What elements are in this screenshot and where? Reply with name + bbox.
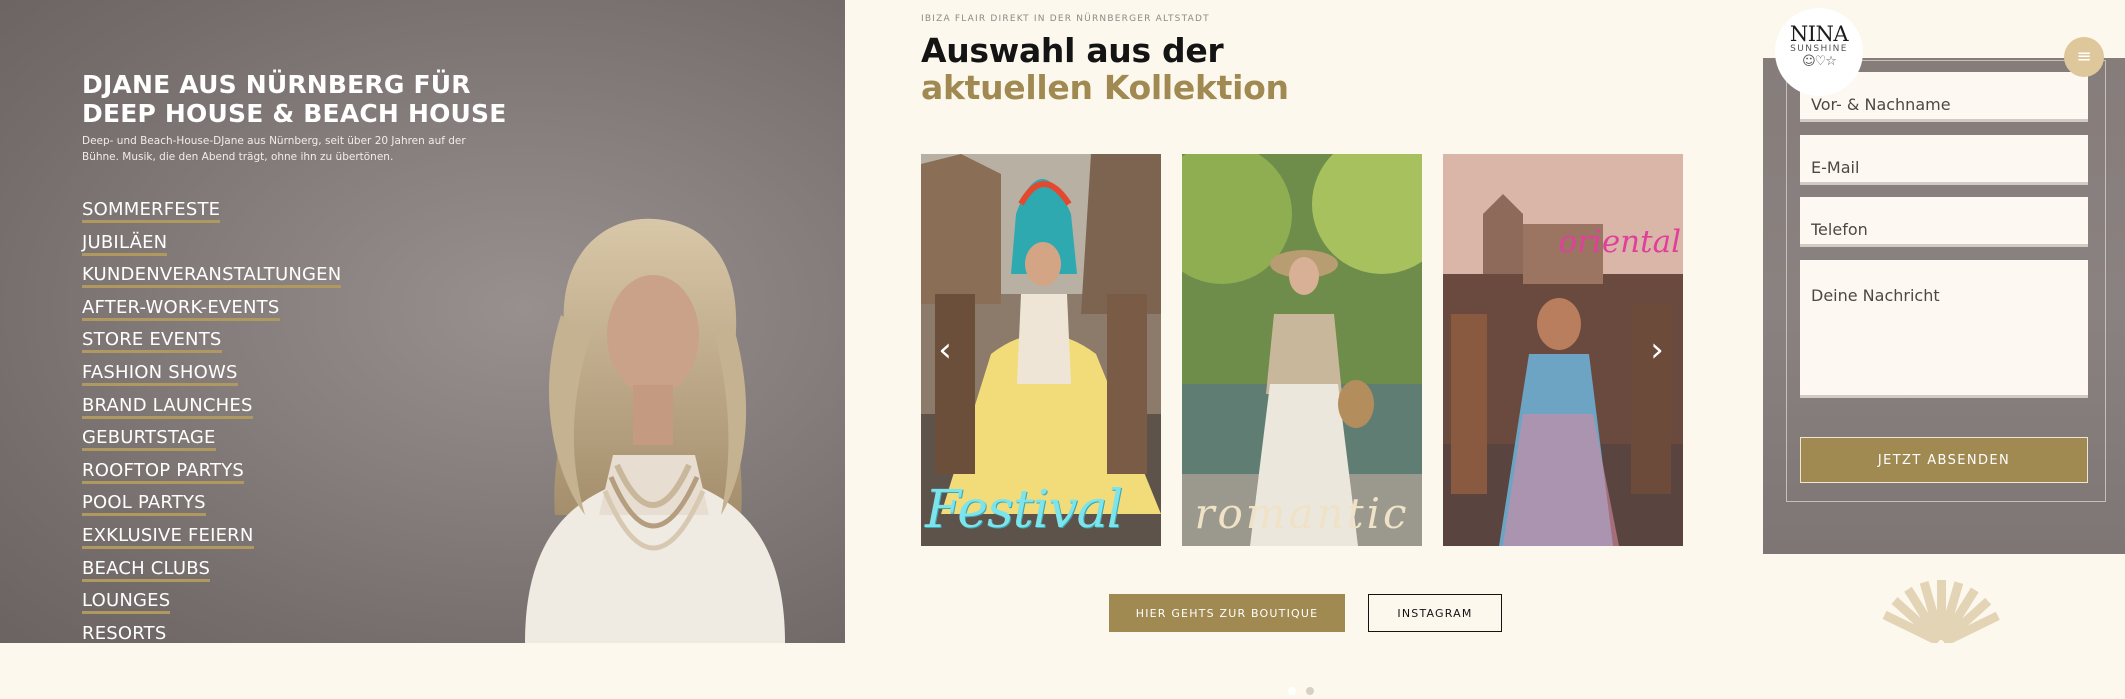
event-link[interactable]: GEBURTSTAGE [82,427,216,452]
event-list-item: POOL PARTYS [82,491,341,524]
collection-carousel[interactable]: Festival romantic oriental ‹ › [921,154,1683,695]
slide-caption-oriental: oriental [1558,224,1681,260]
event-link[interactable]: RESORTS [82,622,167,643]
event-link[interactable]: BRAND LAUNCHES [82,394,253,419]
event-list-item: BRAND LAUNCHES [82,394,341,427]
djane-panel: DJANE AUS NÜRNBERG FÜR DEEP HOUSE & BEAC… [0,0,845,643]
event-list-item: LOUNGES [82,589,341,622]
romantic-photo [1182,154,1422,546]
event-link[interactable]: BEACH CLUBS [82,557,211,582]
carousel-next-arrow-icon[interactable]: › [1643,332,1671,368]
event-list-item: RESORTS [82,622,341,643]
event-type-list: SOMMERFESTE JUBILÄEN KUNDENVERANSTALTUNG… [82,198,342,643]
nina-sunshine-logo[interactable]: NINA SUNSHINE ☺♡☆ [1775,8,1863,96]
event-link[interactable]: FASHION SHOWS [82,361,238,386]
djane-title: DJANE AUS NÜRNBERG FÜR DEEP HOUSE & BEAC… [82,70,507,128]
slide-caption-romantic: romantic [1194,489,1410,538]
sunburst-decoration [1882,580,2000,643]
message-field[interactable] [1800,260,2088,398]
collection-panel: IBIZA FLAIR DIREKT IN DER NÜRNBERGER ALT… [880,0,1728,695]
carousel-dots [921,680,1681,699]
event-link[interactable]: ROOFTOP PARTYS [82,459,245,484]
instagram-button[interactable]: INSTAGRAM [1368,594,1502,632]
collection-title: Auswahl aus der aktuellen Kollektion [921,32,1381,106]
event-link[interactable]: STORE EVENTS [82,329,222,354]
carousel-dot-active[interactable] [1288,687,1297,695]
carousel-dot[interactable] [1305,687,1314,695]
djane-description: Deep- und Beach-House-DJane aus Nürnberg… [82,135,466,163]
event-list-item: SOMMERFESTE [82,198,341,231]
collection-title-accent: aktuellen Kollektion [921,68,1289,107]
djane-portrait-photo [525,218,785,643]
event-link[interactable]: JUBILÄEN [82,231,168,256]
event-list-item: KUNDENVERANSTALTUNGEN [82,263,342,296]
event-list-item: FASHION SHOWS [82,361,341,394]
logo-name: NINA [1789,22,1849,46]
email-field[interactable] [1800,135,2088,185]
event-list-item: BEACH CLUBS [82,557,341,590]
collection-title-plain: Auswahl aus der [921,31,1224,70]
event-link[interactable]: POOL PARTYS [82,492,206,517]
event-link[interactable]: LOUNGES [82,590,171,615]
event-link[interactable]: SOMMERFESTE [82,199,221,223]
submit-button[interactable]: JETZT ABSENDEN [1800,437,2088,483]
event-list-item: JUBILÄEN [82,231,341,264]
hamburger-menu-icon[interactable]: ≡ [2064,37,2104,77]
boutique-button[interactable]: HIER GEHTS ZUR BOUTIQUE [1109,594,1345,632]
event-list-item: GEBURTSTAGE [82,426,341,459]
carousel-prev-arrow-icon[interactable]: ‹ [931,332,959,368]
contact-panel: JETZT ABSENDEN NINA SUNSHINE ☺♡☆ ≡ [1763,0,2125,643]
event-list-item: EXKLUSIVE FEIERN [82,524,341,557]
logo-symbols: ☺♡☆ [1802,54,1837,69]
slide-caption-festival: Festival [925,480,1123,540]
event-link[interactable]: KUNDENVERANSTALTUNGEN [82,264,342,289]
collection-eyebrow: IBIZA FLAIR DIREKT IN DER NÜRNBERGER ALT… [921,14,1210,24]
carousel-slide-romantic[interactable]: romantic [1182,154,1422,546]
event-list-item: ROOFTOP PARTYS [82,459,341,492]
event-list-item: AFTER-WORK-EVENTS [82,296,341,329]
event-link[interactable]: EXKLUSIVE FEIERN [82,524,254,549]
event-list-item: STORE EVENTS [82,328,341,361]
phone-field[interactable] [1800,197,2088,247]
event-link[interactable]: AFTER-WORK-EVENTS [82,296,280,321]
